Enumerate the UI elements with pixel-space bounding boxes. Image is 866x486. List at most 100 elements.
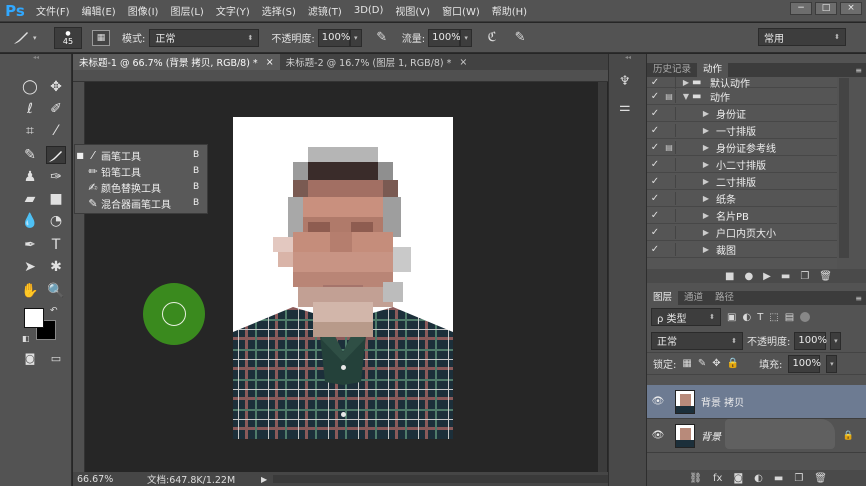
zoom-level[interactable]: 66.67% — [77, 474, 137, 485]
expand-triangle-icon[interactable]: ▶ — [700, 160, 712, 169]
close-icon[interactable]: × — [266, 57, 274, 68]
menu-filter[interactable]: 滤镜(T) — [302, 3, 348, 18]
lock-transparent-icon[interactable]: ▦ — [682, 358, 691, 369]
elliptical-marquee-tool-icon[interactable]: ◯ — [20, 78, 40, 96]
action-item[interactable]: ✓ ▤ ▶ 身份证参考线 — [647, 139, 837, 156]
menu-type[interactable]: 文字(Y) — [210, 3, 256, 18]
dialog-toggle-icon[interactable] — [663, 174, 676, 188]
tab-actions[interactable]: 动作 — [697, 63, 729, 77]
action-item[interactable]: ✓ ▶ 二寸排版 — [647, 173, 837, 190]
filter-smart-icon[interactable]: ▤ — [785, 312, 794, 323]
action-item[interactable]: ✓ ▶ 一寸排版 — [647, 122, 837, 139]
menu-window[interactable]: 窗口(W) — [436, 3, 486, 18]
new-layer-icon[interactable]: ❐ — [794, 473, 803, 484]
dialog-toggle-icon[interactable] — [663, 242, 676, 256]
dialog-toggle-icon[interactable] — [663, 157, 676, 171]
lock-image-icon[interactable]: ✎ — [698, 358, 706, 369]
flyout-item-color-replacement[interactable]: ✍ 颜色替换工具 B — [75, 179, 207, 195]
new-action-icon[interactable]: ❐ — [800, 271, 809, 282]
fill-dropdown[interactable]: ▾ — [826, 354, 838, 373]
document-canvas[interactable] — [233, 117, 453, 439]
actions-scrollbar[interactable] — [839, 78, 849, 258]
collapse-triangle-icon[interactable]: ▼ — [680, 92, 692, 101]
menu-3d[interactable]: 3D(D) — [348, 5, 390, 16]
menu-edit[interactable]: 编辑(E) — [76, 3, 122, 18]
flyout-item-brush[interactable]: ■ ⁄ 画笔工具 B — [75, 147, 207, 163]
flyout-item-pencil[interactable]: ✏ 铅笔工具 B — [75, 163, 207, 179]
dialog-toggle-icon[interactable] — [663, 123, 676, 137]
flyout-item-mixer-brush[interactable]: ✎ 混合器画笔工具 B — [75, 195, 207, 211]
check-icon[interactable]: ✓ — [647, 108, 663, 119]
expand-triangle-icon[interactable]: ▶ — [700, 211, 712, 220]
dialog-toggle-icon[interactable] — [663, 106, 676, 120]
tab-document-2[interactable]: 未标题-2 @ 16.7% (图层 1, RGB/8) * × — [280, 54, 474, 70]
link-layers-icon[interactable]: ⛓ — [689, 473, 702, 484]
check-icon[interactable]: ✓ — [647, 125, 663, 136]
check-icon[interactable]: ✓ — [647, 176, 663, 187]
filter-type-icon[interactable]: T — [757, 312, 763, 323]
expand-triangle-icon[interactable]: ▶ — [700, 109, 712, 118]
quick-mask-icon[interactable]: ◙ — [20, 350, 40, 368]
trash-icon[interactable]: 🗑 — [814, 473, 827, 484]
eyedropper-tool-icon[interactable]: ⁄ — [46, 122, 66, 140]
dialog-toggle-icon[interactable] — [663, 208, 676, 222]
foreground-color-swatch[interactable] — [24, 308, 44, 328]
photoshop-logo[interactable]: Ps — [0, 0, 30, 22]
check-icon[interactable]: ✓ — [647, 244, 663, 255]
opacity-input[interactable]: 100% — [317, 28, 350, 47]
history-brush-tool-icon[interactable]: ✑ — [46, 168, 66, 186]
flow-dropdown[interactable]: ▾ — [460, 28, 473, 47]
fill-input[interactable]: 100% — [788, 354, 821, 373]
tab-document-1[interactable]: 未标题-1 @ 66.7% (背景 拷贝, RGB/8) * × — [73, 54, 280, 70]
blend-mode-select[interactable]: 正常 ⬍ — [651, 331, 743, 350]
dialog-toggle-icon[interactable] — [663, 191, 676, 205]
pen-tool-icon[interactable]: ✒ — [20, 236, 40, 254]
menu-select[interactable]: 选择(S) — [256, 3, 302, 18]
restore-button[interactable]: □ — [815, 2, 837, 15]
check-icon[interactable]: ✓ — [647, 91, 663, 102]
stop-icon[interactable]: ■ — [725, 271, 734, 282]
expand-triangle-icon[interactable]: ▶ — [700, 126, 712, 135]
default-colors-icon[interactable]: ◧ — [22, 334, 30, 343]
collapse-toolbar-icon[interactable]: ◂◂ — [0, 54, 72, 62]
expand-triangle-icon[interactable]: ▶ — [700, 194, 712, 203]
dodge-tool-icon[interactable]: ◔ — [46, 212, 66, 230]
workspace-select[interactable]: 常用 ⬍ — [758, 28, 846, 46]
lock-position-icon[interactable]: ✥ — [712, 358, 720, 369]
brush-tool-icon[interactable] — [46, 146, 66, 164]
menu-file[interactable]: 文件(F) — [30, 3, 76, 18]
filter-adjustment-icon[interactable]: ◐ — [742, 312, 751, 323]
screen-mode-icon[interactable]: ▭ — [46, 350, 66, 368]
menu-layer[interactable]: 图层(L) — [164, 3, 209, 18]
action-set[interactable]: ✓ ▶ ▬ 默认动作 — [647, 77, 837, 90]
type-tool-icon[interactable]: T — [46, 236, 66, 254]
swap-colors-icon[interactable]: ↶ — [50, 306, 58, 316]
check-icon[interactable]: ✓ — [647, 77, 663, 88]
expand-dock-icon[interactable]: ◂◂ — [609, 54, 647, 62]
filter-shape-icon[interactable]: ⬚ — [769, 312, 778, 323]
tab-history[interactable]: 历史记录 — [647, 63, 697, 77]
gradient-tool-icon[interactable]: ■ — [46, 190, 66, 208]
new-group-icon[interactable]: ▬ — [774, 473, 783, 484]
expand-triangle-icon[interactable]: ▶ — [700, 177, 712, 186]
layer-row[interactable]: 👁 背景 拷贝 — [647, 385, 866, 419]
brush-tool-preset-icon[interactable]: ▾ — [12, 30, 48, 46]
clone-stamp-tool-icon[interactable]: ♟ — [20, 168, 40, 186]
layer-style-icon[interactable]: fx — [713, 473, 722, 484]
flow-input[interactable]: 100% — [428, 28, 461, 47]
menu-image[interactable]: 图像(I) — [122, 3, 165, 18]
brush-presets-icon[interactable]: ♆ — [619, 74, 631, 89]
eye-icon[interactable]: 👁 — [647, 396, 669, 407]
layer-opacity-dropdown[interactable]: ▾ — [830, 331, 842, 350]
check-icon[interactable]: ✓ — [647, 142, 663, 153]
check-icon[interactable]: ✓ — [647, 159, 663, 170]
menu-help[interactable]: 帮助(H) — [486, 3, 533, 18]
path-selection-tool-icon[interactable]: ➤ — [20, 258, 40, 276]
tab-layers[interactable]: 图层 — [647, 291, 679, 305]
expand-triangle-icon[interactable]: ▶ — [700, 228, 712, 237]
tablet-pressure-size-icon[interactable]: ✎ — [510, 30, 530, 45]
adjustment-layer-icon[interactable]: ◐ — [754, 473, 763, 484]
action-item[interactable]: ✓ ▶ 小二寸排版 — [647, 156, 837, 173]
brush-settings-icon[interactable]: ⚌ — [619, 100, 631, 115]
lock-all-icon[interactable]: 🔒 — [727, 358, 739, 369]
